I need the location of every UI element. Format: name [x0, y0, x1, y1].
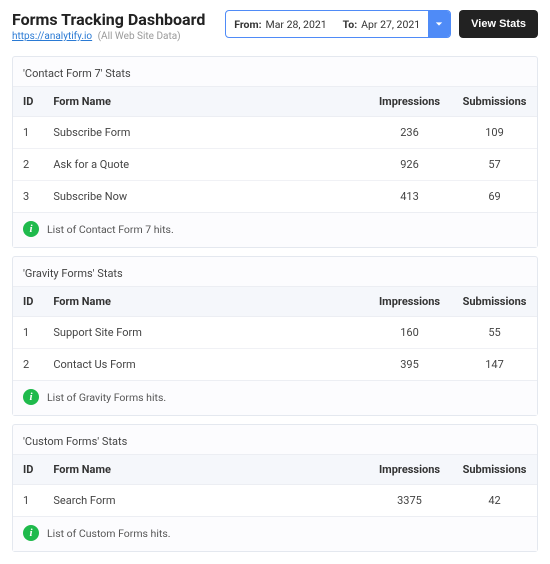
view-stats-button[interactable]: View Stats	[459, 10, 538, 38]
cell-impressions: 926	[367, 149, 452, 181]
chevron-down-icon	[435, 18, 443, 31]
date-range-dropdown[interactable]	[428, 11, 450, 37]
header-left: Forms Tracking Dashboard https://analyti…	[12, 10, 205, 42]
date-from-label: From:	[234, 18, 261, 31]
table-header-row: ID Form Name Impressions Submissions	[13, 287, 537, 317]
col-submissions: Submissions	[452, 287, 537, 317]
info-icon: i	[23, 221, 39, 237]
cell-name: Support Site Form	[43, 317, 367, 349]
cell-name: Subscribe Now	[43, 181, 367, 213]
col-submissions: Submissions	[452, 455, 537, 485]
cell-impressions: 160	[367, 317, 452, 349]
date-from-segment: From: Mar 28, 2021	[226, 18, 334, 31]
table-row: 2 Contact Us Form 395 147	[13, 349, 537, 381]
table-row: 1 Subscribe Form 236 109	[13, 117, 537, 149]
site-url-link[interactable]: https://analytify.io	[12, 31, 92, 42]
cell-submissions: 109	[452, 117, 537, 149]
cell-id: 2	[13, 149, 43, 181]
footer-text: List of Gravity Forms hits.	[47, 391, 166, 404]
cell-name: Ask for a Quote	[43, 149, 367, 181]
header-right: From: Mar 28, 2021 To: Apr 27, 2021 View…	[225, 10, 538, 38]
col-name: Form Name	[43, 455, 367, 485]
date-from-value: Mar 28, 2021	[266, 18, 327, 31]
cell-submissions: 55	[452, 317, 537, 349]
cell-id: 1	[13, 485, 43, 517]
cell-impressions: 395	[367, 349, 452, 381]
col-name: Form Name	[43, 287, 367, 317]
col-name: Form Name	[43, 87, 367, 117]
footer-text: List of Contact Form 7 hits.	[47, 223, 174, 236]
cell-submissions: 69	[452, 181, 537, 213]
cell-impressions: 413	[367, 181, 452, 213]
date-to-label: To:	[343, 18, 358, 31]
cell-impressions: 3375	[367, 485, 452, 517]
block-footer: i List of Custom Forms hits.	[13, 516, 537, 551]
info-icon: i	[23, 525, 39, 541]
col-id: ID	[13, 287, 43, 317]
page-header: Forms Tracking Dashboard https://analyti…	[0, 0, 550, 48]
table-header-row: ID Form Name Impressions Submissions	[13, 455, 537, 485]
date-to-value: Apr 27, 2021	[361, 18, 420, 31]
block-footer: i List of Contact Form 7 hits.	[13, 212, 537, 247]
block-footer: i List of Gravity Forms hits.	[13, 380, 537, 415]
cell-name: Contact Us Form	[43, 349, 367, 381]
cell-id: 1	[13, 117, 43, 149]
col-id: ID	[13, 87, 43, 117]
table-header-row: ID Form Name Impressions Submissions	[13, 87, 537, 117]
col-impressions: Impressions	[367, 287, 452, 317]
cell-id: 1	[13, 317, 43, 349]
col-id: ID	[13, 455, 43, 485]
table-row: 2 Ask for a Quote 926 57	[13, 149, 537, 181]
col-impressions: Impressions	[367, 455, 452, 485]
block-title: 'Contact Form 7' Stats	[13, 57, 537, 86]
cell-submissions: 57	[452, 149, 537, 181]
site-subtitle: https://analytify.io (All Web Site Data)	[12, 31, 205, 42]
cell-name: Subscribe Form	[43, 117, 367, 149]
page-title: Forms Tracking Dashboard	[12, 10, 205, 29]
cell-id: 3	[13, 181, 43, 213]
info-icon: i	[23, 389, 39, 405]
date-range-picker[interactable]: From: Mar 28, 2021 To: Apr 27, 2021	[225, 10, 451, 38]
table-row: 1 Search Form 3375 42	[13, 485, 537, 517]
cell-id: 2	[13, 349, 43, 381]
content-area: 'Contact Form 7' Stats ID Form Name Impr…	[0, 56, 550, 564]
stats-table: ID Form Name Impressions Submissions 1 S…	[13, 454, 537, 516]
stats-block-gravity-forms: 'Gravity Forms' Stats ID Form Name Impre…	[12, 256, 538, 416]
col-impressions: Impressions	[367, 87, 452, 117]
site-note: (All Web Site Data)	[98, 31, 181, 42]
cell-submissions: 42	[452, 485, 537, 517]
stats-block-custom-forms: 'Custom Forms' Stats ID Form Name Impres…	[12, 424, 538, 552]
col-submissions: Submissions	[452, 87, 537, 117]
cell-impressions: 236	[367, 117, 452, 149]
footer-text: List of Custom Forms hits.	[47, 527, 171, 540]
cell-submissions: 147	[452, 349, 537, 381]
block-title: 'Gravity Forms' Stats	[13, 257, 537, 286]
table-row: 3 Subscribe Now 413 69	[13, 181, 537, 213]
cell-name: Search Form	[43, 485, 367, 517]
date-to-segment: To: Apr 27, 2021	[335, 18, 429, 31]
stats-table: ID Form Name Impressions Submissions 1 S…	[13, 86, 537, 212]
block-title: 'Custom Forms' Stats	[13, 425, 537, 454]
table-row: 1 Support Site Form 160 55	[13, 317, 537, 349]
stats-table: ID Form Name Impressions Submissions 1 S…	[13, 286, 537, 380]
stats-block-contact-form-7: 'Contact Form 7' Stats ID Form Name Impr…	[12, 56, 538, 248]
